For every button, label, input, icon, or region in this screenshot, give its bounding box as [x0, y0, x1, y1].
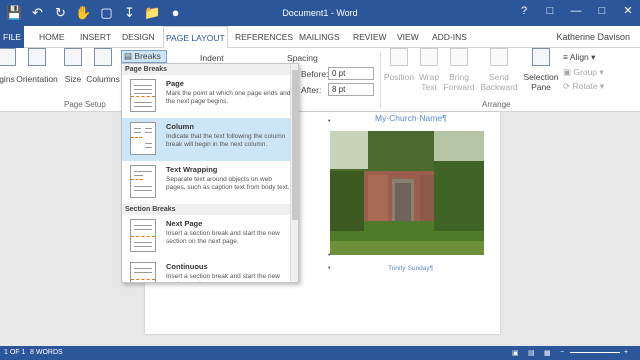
user-name[interactable]: Katherine Davison — [556, 32, 630, 42]
page-setup-group-label: Page Setup — [64, 100, 106, 109]
zoom-in-icon[interactable]: + — [624, 349, 628, 356]
tab-review[interactable]: REVIEW — [351, 26, 389, 48]
section-breaks-header: Section Breaks — [122, 204, 298, 215]
tab-home[interactable]: HOME — [37, 26, 67, 48]
align-button[interactable]: ≡ Align ▾ — [563, 52, 595, 63]
breaks-dropdown: Page Breaks Page Mark the point at which… — [121, 63, 299, 283]
wrap-text-icon — [420, 48, 438, 66]
page-break-icon — [130, 79, 156, 112]
break-page-item[interactable]: Page Mark the point at which one page en… — [122, 75, 298, 118]
bring-forward-icon — [450, 48, 468, 66]
anchor-mark: • — [328, 265, 331, 272]
size-button[interactable]: Size — [62, 48, 84, 84]
before-label: Before: — [301, 69, 329, 79]
columns-icon — [94, 48, 112, 66]
spacing-label: Spacing — [287, 53, 318, 63]
minimize-icon[interactable]: — — [568, 3, 584, 19]
close-icon[interactable]: ✕ — [620, 3, 636, 19]
group-separator — [380, 52, 381, 108]
break-column-item[interactable]: Column Indicate that the text following … — [122, 118, 298, 161]
break-continuous-item[interactable]: Continuous Insert a section break and st… — [122, 258, 298, 282]
after-label: After: — [301, 85, 322, 95]
print-layout-icon[interactable]: ▤ — [528, 349, 535, 357]
position-button[interactable]: Position — [383, 48, 415, 82]
title-bar: 💾 ↶ ↻ ✋ ▢ ↧ 📁 ● Document1 - Word ? □ — □… — [0, 0, 640, 26]
rotate-icon: ⟳ — [563, 81, 571, 91]
tab-mailings[interactable]: MAILINGS — [297, 26, 342, 48]
tab-design[interactable]: DESIGN — [120, 26, 157, 48]
group-button[interactable]: ▣ Group ▾ — [563, 67, 604, 78]
scrollbar-thumb[interactable] — [292, 70, 298, 220]
paragraph-mark: • — [328, 252, 331, 259]
dropdown-scrollbar[interactable] — [290, 64, 298, 282]
margins-icon — [0, 48, 16, 66]
bring-forward-button[interactable]: Bring Forward — [443, 48, 475, 92]
size-icon — [64, 48, 82, 66]
zoom-slider[interactable] — [570, 352, 620, 353]
breaks-icon: ▤ — [124, 51, 133, 61]
web-layout-icon[interactable]: ▦ — [544, 349, 551, 357]
wrap-text-button[interactable]: Wrap Text — [417, 48, 441, 92]
selection-pane-icon — [532, 48, 550, 66]
ribbon: gins Orientation Size Columns ▤ Breaks ▾… — [0, 48, 640, 112]
group-icon: ▣ — [563, 67, 572, 77]
word-count[interactable]: 8 WORDS — [30, 349, 63, 356]
tab-view[interactable]: VIEW — [395, 26, 421, 48]
selection-pane-button[interactable]: Selection Pane — [522, 48, 560, 92]
indent-label: Indent — [200, 53, 224, 63]
document-heading[interactable]: My·Church·Name¶ — [375, 113, 447, 123]
orientation-button[interactable]: Orientation — [16, 48, 58, 84]
columns-button[interactable]: Columns — [86, 48, 120, 84]
continuous-break-icon — [130, 262, 156, 282]
ribbon-tabs: FILE HOME INSERT DESIGN PAGE LAYOUT REFE… — [0, 26, 640, 49]
tab-insert[interactable]: INSERT — [78, 26, 113, 48]
breaks-button[interactable]: ▤ Breaks ▾ — [121, 50, 167, 72]
align-icon: ≡ — [563, 52, 568, 62]
position-icon — [390, 48, 408, 66]
tab-page-layout[interactable]: PAGE LAYOUT — [163, 26, 228, 49]
spacing-after-input[interactable]: 8 pt — [328, 83, 374, 96]
text-wrapping-break-icon — [130, 165, 156, 198]
send-backward-button[interactable]: Send Backward — [478, 48, 520, 92]
read-mode-icon[interactable]: ▣ — [512, 349, 519, 357]
window-controls: ? □ — □ ✕ — [516, 3, 636, 19]
tab-references[interactable]: REFERENCES — [233, 26, 295, 48]
next-page-break-icon — [130, 219, 156, 252]
break-next-page-item[interactable]: Next Page Insert a section break and sta… — [122, 215, 298, 258]
orientation-icon — [28, 48, 46, 66]
anchor-mark: • — [328, 118, 331, 125]
church-photo[interactable] — [330, 131, 484, 255]
page-breaks-header: Page Breaks — [122, 64, 298, 75]
page-count[interactable]: 1 OF 1 — [4, 349, 25, 356]
help-icon[interactable]: ? — [516, 3, 532, 19]
status-bar: 1 OF 1 8 WORDS ▣ ▤ ▦ − + — [0, 346, 640, 360]
ribbon-options-icon[interactable]: □ — [542, 3, 558, 19]
photo-caption[interactable]: Trinity·Sunday¶ — [388, 265, 433, 272]
tab-add-ins[interactable]: ADD-INS — [430, 26, 469, 48]
break-text-wrapping-item[interactable]: Text Wrapping Separate text around objec… — [122, 161, 298, 204]
spacing-before-input[interactable]: 0 pt — [328, 67, 374, 80]
tab-file[interactable]: FILE — [0, 26, 24, 48]
document-area: My·Church·Name¶ • • Trinity·Sunday¶ • — [0, 112, 640, 346]
send-backward-icon — [490, 48, 508, 66]
column-break-icon — [130, 122, 156, 155]
rotate-button[interactable]: ⟳ Rotate ▾ — [563, 81, 604, 92]
zoom-out-icon[interactable]: − — [560, 349, 564, 356]
arrange-group-label: Arrange — [482, 100, 511, 109]
maximize-icon[interactable]: □ — [594, 3, 610, 19]
